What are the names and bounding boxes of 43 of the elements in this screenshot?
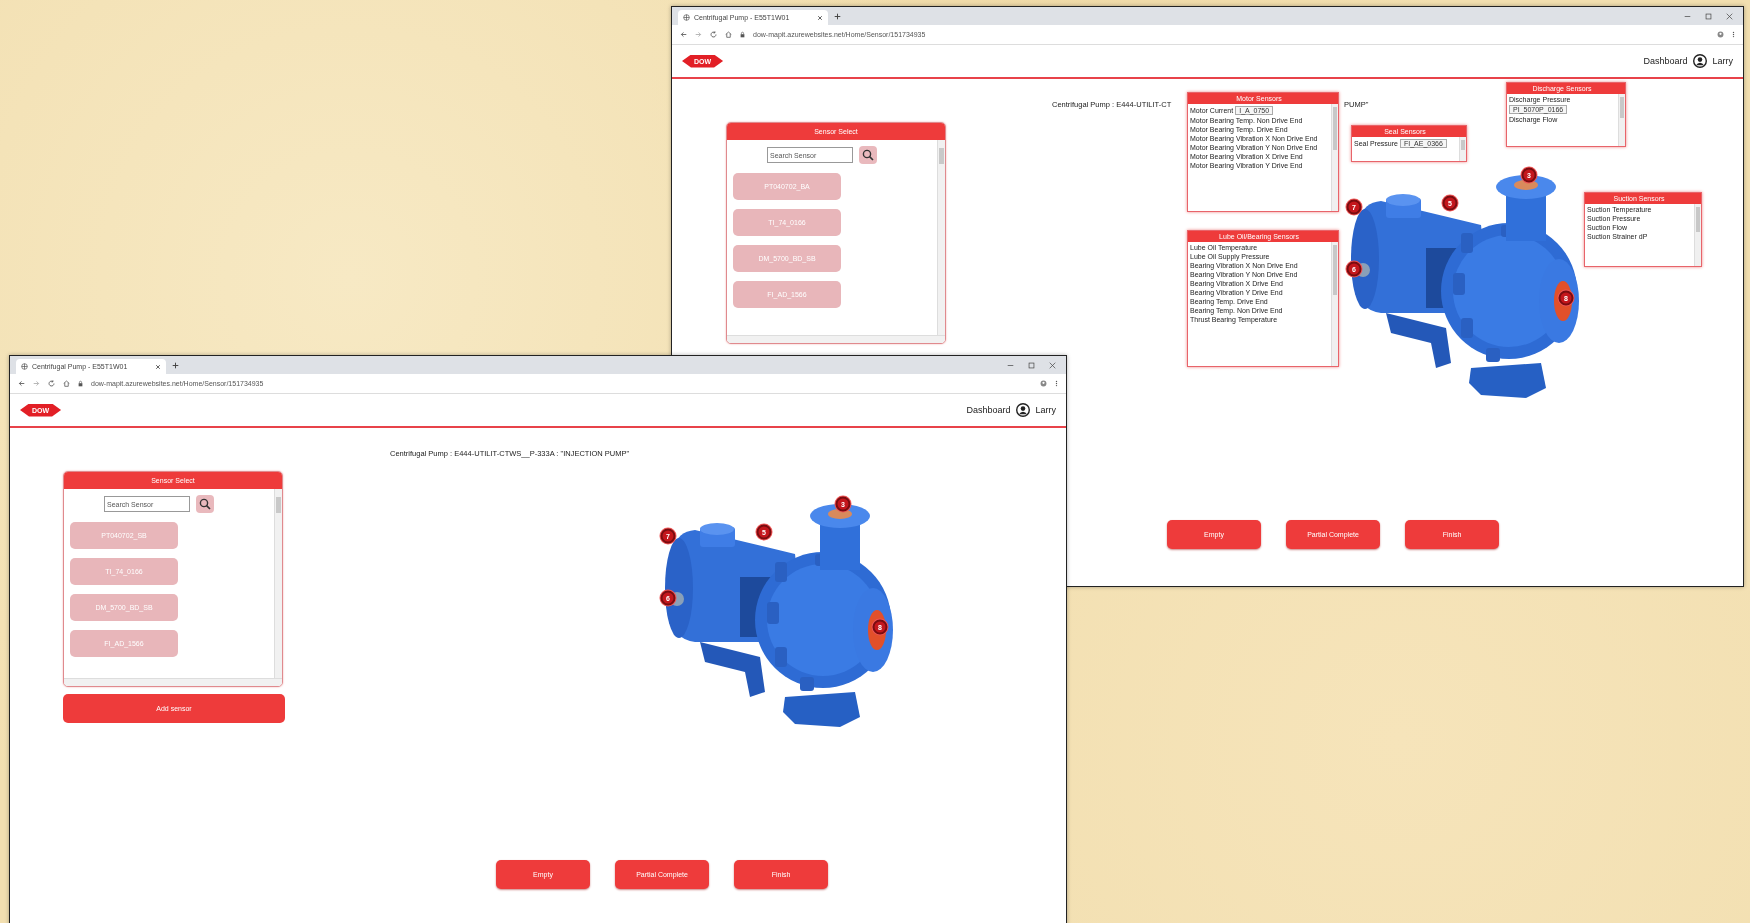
more-icon[interactable] bbox=[1055, 380, 1058, 387]
search-button[interactable] bbox=[196, 495, 214, 513]
scrollbar[interactable] bbox=[937, 140, 945, 335]
search-button[interactable] bbox=[859, 146, 877, 164]
back-icon[interactable] bbox=[18, 380, 25, 387]
user-icon[interactable] bbox=[1693, 54, 1708, 68]
back-icon[interactable] bbox=[680, 31, 687, 38]
home-icon[interactable] bbox=[63, 380, 70, 387]
scrollbar[interactable] bbox=[1618, 94, 1625, 146]
scrollbar[interactable] bbox=[727, 335, 945, 343]
reload-icon[interactable] bbox=[48, 380, 55, 387]
profile-icon[interactable] bbox=[1040, 380, 1047, 387]
scrollbar[interactable] bbox=[274, 489, 282, 678]
scrollbar[interactable] bbox=[64, 678, 282, 686]
more-icon[interactable] bbox=[1732, 31, 1735, 38]
close-icon[interactable] bbox=[1726, 12, 1733, 20]
globe-icon bbox=[683, 14, 690, 21]
plus-icon[interactable] bbox=[834, 12, 841, 20]
globe-icon bbox=[21, 363, 28, 370]
dashboard-link[interactable]: Dashboard bbox=[1643, 56, 1688, 66]
maximize-icon[interactable] bbox=[1028, 361, 1035, 369]
search-icon bbox=[199, 498, 211, 510]
close-icon[interactable] bbox=[817, 14, 823, 21]
lock-icon bbox=[78, 380, 83, 387]
user-name[interactable]: Larry bbox=[1712, 56, 1733, 66]
lock-icon bbox=[740, 31, 745, 38]
user-icon[interactable] bbox=[1016, 403, 1031, 417]
maximize-icon[interactable] bbox=[1705, 12, 1712, 20]
forward-icon[interactable] bbox=[695, 31, 702, 38]
profile-icon[interactable] bbox=[1717, 31, 1724, 38]
scrollbar[interactable] bbox=[1331, 104, 1338, 211]
close-icon[interactable] bbox=[1049, 361, 1056, 369]
dashboard-link[interactable]: Dashboard bbox=[966, 405, 1011, 415]
scrollbar[interactable] bbox=[1331, 242, 1338, 366]
plus-icon[interactable] bbox=[172, 361, 179, 369]
search-icon bbox=[862, 149, 874, 161]
scrollbar[interactable] bbox=[1459, 137, 1466, 161]
user-name[interactable]: Larry bbox=[1035, 405, 1056, 415]
reload-icon[interactable] bbox=[710, 31, 717, 38]
scrollbar[interactable] bbox=[1694, 204, 1701, 266]
home-icon[interactable] bbox=[725, 31, 732, 38]
close-icon[interactable] bbox=[155, 363, 161, 370]
forward-icon[interactable] bbox=[33, 380, 40, 387]
